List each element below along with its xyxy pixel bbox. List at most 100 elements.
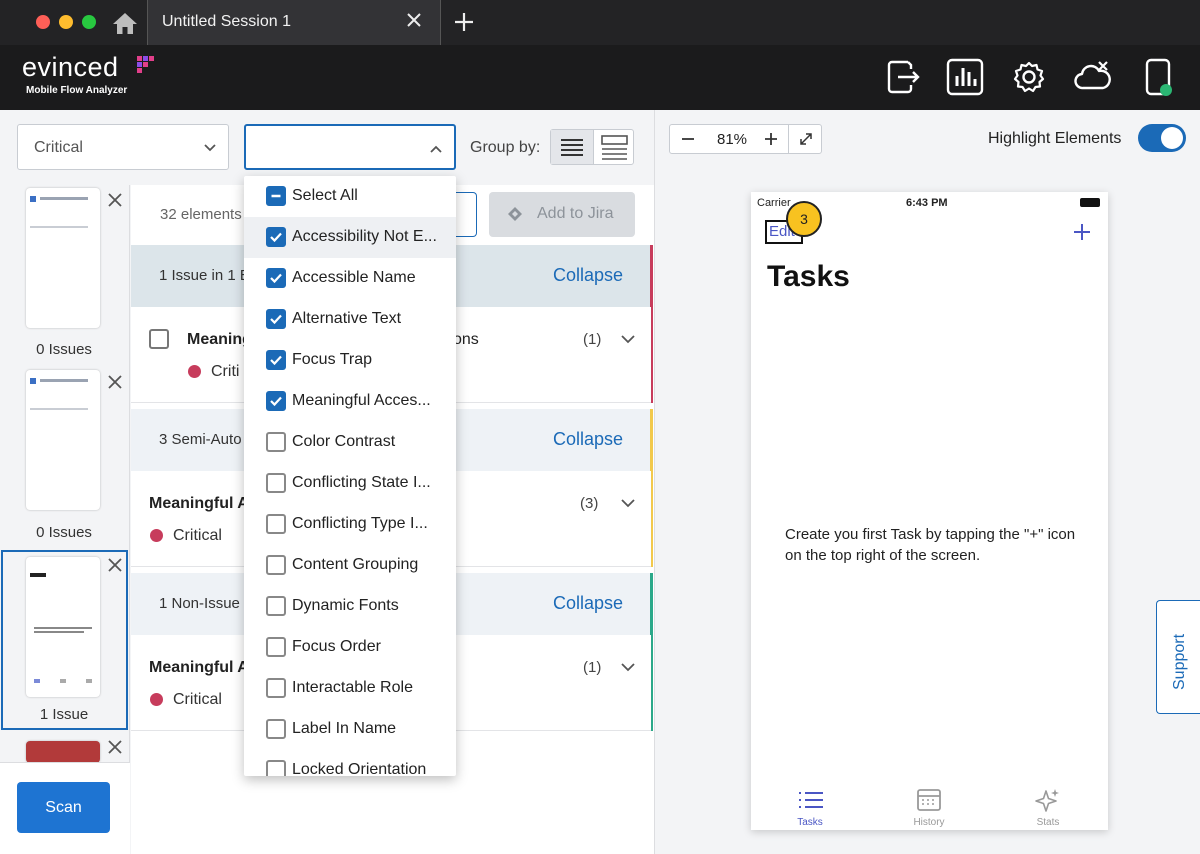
unchecked-checkbox[interactable]: [266, 719, 286, 739]
checked-checkbox[interactable]: [266, 268, 286, 288]
checked-checkbox[interactable]: [266, 227, 286, 247]
mobile-device-icon[interactable]: [1140, 58, 1178, 96]
close-tab-icon[interactable]: [406, 12, 422, 28]
dropdown-option-label: Accessible Name: [292, 269, 416, 286]
new-tab-icon[interactable]: [452, 10, 476, 34]
tab-label: History: [913, 817, 945, 828]
checked-checkbox[interactable]: [266, 309, 286, 329]
unchecked-checkbox[interactable]: [266, 596, 286, 616]
dropdown-option[interactable]: Color Contrast: [244, 422, 456, 463]
collapse-group-button[interactable]: Collapse: [553, 593, 623, 614]
chevron-down-icon[interactable]: [621, 333, 635, 345]
close-window-button[interactable]: [36, 15, 50, 29]
tab-history[interactable]: History: [899, 787, 959, 828]
dropdown-option-label: Content Grouping: [292, 556, 419, 573]
brand-logo-text: evinced: [22, 52, 119, 82]
dropdown-option-label: Label In Name: [292, 720, 397, 737]
device-screen-preview: Carrier 6:43 PM Edit Tasks Create you fi…: [751, 192, 1108, 830]
export-icon[interactable]: [884, 58, 922, 96]
dropdown-option-label: Conflicting Type I...: [292, 515, 428, 532]
dropdown-option[interactable]: Label In Name: [244, 709, 456, 750]
fit-to-screen-button[interactable]: [788, 125, 822, 153]
issue-checkbox[interactable]: [149, 329, 169, 349]
collapse-group-button[interactable]: Collapse: [553, 429, 623, 450]
sparkle-icon: [1035, 789, 1059, 812]
dropdown-option[interactable]: Meaningful Acces...: [244, 381, 456, 422]
chevron-down-icon[interactable]: [621, 661, 635, 673]
grouped-view-icon: [601, 135, 628, 160]
screen-thumbnail-label: 1 Issue: [39, 706, 89, 723]
report-chart-icon[interactable]: [946, 58, 984, 96]
unchecked-checkbox[interactable]: [266, 473, 286, 493]
settings-gear-icon[interactable]: [1010, 58, 1048, 96]
cloud-disconnected-icon[interactable]: [1073, 58, 1111, 96]
issue-severity: Criti: [211, 363, 240, 380]
severity-filter-select[interactable]: Critical: [17, 124, 229, 170]
remove-screen-icon[interactable]: [107, 374, 123, 390]
remove-screen-icon[interactable]: [107, 192, 123, 208]
remove-screen-icon[interactable]: [107, 739, 123, 755]
checkmark-icon: [270, 314, 282, 325]
add-to-jira-button[interactable]: Add to Jira: [489, 192, 635, 237]
tab-stats[interactable]: Stats: [1018, 787, 1078, 828]
tab-tasks[interactable]: Tasks: [780, 787, 840, 828]
dropdown-option-label: Conflicting State I...: [292, 474, 431, 491]
dropdown-option[interactable]: Conflicting State I...: [244, 463, 456, 504]
add-to-jira-label: Add to Jira: [537, 205, 614, 222]
unchecked-checkbox[interactable]: [266, 637, 286, 657]
chevron-down-icon[interactable]: [621, 497, 635, 509]
dropdown-option[interactable]: Interactable Role: [244, 668, 456, 709]
zoom-out-icon[interactable]: [680, 129, 696, 149]
dropdown-option[interactable]: Focus Order: [244, 627, 456, 668]
screen-thumbnail-2[interactable]: [26, 370, 100, 510]
dropdown-option-label: Focus Order: [292, 638, 381, 655]
minimize-window-button[interactable]: [59, 15, 73, 29]
calendar-icon: [917, 789, 941, 811]
dropdown-option[interactable]: Accessible Name: [244, 258, 456, 299]
session-tab[interactable]: Untitled Session 1: [147, 0, 441, 45]
collapse-group-button[interactable]: Collapse: [553, 265, 623, 286]
checked-checkbox[interactable]: [266, 350, 286, 370]
empty-state-message: Create you first Task by tapping the "+"…: [785, 526, 1076, 564]
critical-severity-dot: [150, 693, 163, 706]
issue-type-filter-select[interactable]: [244, 124, 456, 170]
dropdown-option-label: Focus Trap: [292, 351, 373, 368]
screen-thumbnail-4[interactable]: [26, 741, 100, 763]
toggle-knob: [1161, 127, 1183, 149]
dropdown-option[interactable]: Dynamic Fonts: [244, 586, 456, 627]
unchecked-checkbox[interactable]: [266, 678, 286, 698]
highlight-elements-label: Highlight Elements: [988, 130, 1122, 147]
screen-thumbnail-preview: [30, 573, 92, 683]
scan-button[interactable]: Scan: [17, 782, 110, 833]
dropdown-option[interactable]: Select All: [244, 176, 456, 217]
tab-label: Stats: [1036, 817, 1060, 828]
checked-checkbox[interactable]: [266, 391, 286, 411]
indeterminate-checkbox[interactable]: [266, 186, 286, 206]
zoom-in-icon[interactable]: [763, 129, 779, 149]
unchecked-checkbox[interactable]: [266, 760, 286, 776]
dropdown-option[interactable]: Content Grouping: [244, 545, 456, 586]
remove-screen-icon[interactable]: [107, 557, 123, 573]
dropdown-option[interactable]: Alternative Text: [244, 299, 456, 340]
unchecked-checkbox[interactable]: [266, 555, 286, 575]
screen-thumbnail-1[interactable]: [26, 188, 100, 328]
screen-thumbnail-3[interactable]: [26, 557, 100, 697]
list-view-button[interactable]: [551, 130, 593, 164]
add-task-icon[interactable]: [1072, 222, 1092, 242]
maximize-window-button[interactable]: [82, 15, 96, 29]
grouped-view-button[interactable]: [593, 130, 634, 164]
dropdown-option[interactable]: Focus Trap: [244, 340, 456, 381]
screen-thumbnail-preview: [30, 378, 88, 410]
highlight-elements-toggle[interactable]: [1138, 124, 1186, 152]
dropdown-option[interactable]: Accessibility Not E...: [244, 217, 456, 258]
unchecked-checkbox[interactable]: [266, 514, 286, 534]
dropdown-option[interactable]: Conflicting Type I...: [244, 504, 456, 545]
issue-group-label: 3 Semi-Auto: [159, 431, 242, 448]
dropdown-option[interactable]: Locked Orientation: [244, 750, 456, 776]
issue-count-badge[interactable]: 3: [786, 201, 822, 237]
unchecked-checkbox[interactable]: [266, 432, 286, 452]
home-button[interactable]: [103, 0, 147, 45]
zoom-level: 81%: [717, 131, 748, 148]
dropdown-option-label: Dynamic Fonts: [292, 597, 399, 614]
dropdown-option-label: Select All: [292, 187, 358, 204]
